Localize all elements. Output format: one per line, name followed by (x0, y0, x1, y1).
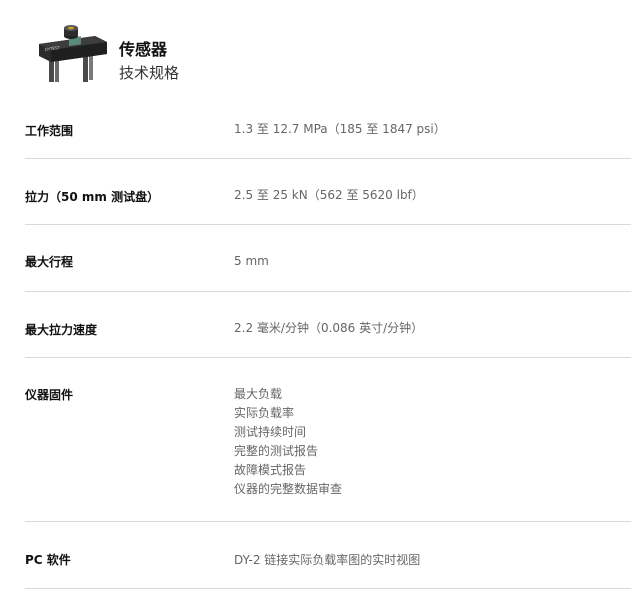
spec-value-line: 仪器的完整数据审查 (234, 482, 343, 496)
spec-label: 工作范围 (25, 124, 74, 138)
spec-value: 2.2 毫米/分钟（0.086 英寸/分钟） (234, 319, 423, 338)
spec-row-pull-force: 拉力（50 mm 测试盘） 2.5 至 25 kN（562 至 5620 lbf… (25, 159, 631, 225)
spec-value-line: 最大负载 (234, 387, 283, 401)
sensor-product-image: DYTEST (39, 25, 107, 82)
page-subtitle: 技术规格 (119, 64, 180, 82)
spec-value-line: 测试持续时间 (234, 425, 307, 439)
spec-value-line: 5 mm (234, 254, 269, 268)
spec-value: 5 mm (234, 252, 269, 271)
product-header: DYTEST 传感器 技术规格 (33, 24, 593, 94)
spec-row-max-pull-rate: 最大拉力速度 2.2 毫米/分钟（0.086 英寸/分钟） (25, 292, 631, 358)
spec-value: 2.5 至 25 kN（562 至 5620 lbf） (234, 186, 424, 205)
spec-value: DY-2 链接实际负载率图的实时视图 (234, 551, 420, 570)
spec-value-line: 故障模式报告 (234, 463, 307, 477)
spec-value-line: 1.3 至 12.7 MPa（185 至 1847 psi） (234, 122, 446, 136)
spec-label: 仪器固件 (25, 388, 74, 402)
spec-value: 1.3 至 12.7 MPa（185 至 1847 psi） (234, 120, 446, 139)
spec-row-pc-software: PC 软件 DY-2 链接实际负载率图的实时视图 (25, 522, 631, 589)
spec-value-line: 2.5 至 25 kN（562 至 5620 lbf） (234, 188, 424, 202)
spec-table: 工作范围 1.3 至 12.7 MPa（185 至 1847 psi） 拉力（5… (25, 100, 631, 589)
spec-row-working-range: 工作范围 1.3 至 12.7 MPa（185 至 1847 psi） (25, 100, 631, 159)
spec-label: 最大行程 (25, 255, 74, 269)
spec-row-max-travel: 最大行程 5 mm (25, 225, 631, 292)
spec-row-firmware: 仪器固件 最大负载 实际负载率 测试持续时间 完整的测试报告 故障模式报告 仪器… (25, 358, 631, 522)
spec-label: 最大拉力速度 (25, 323, 98, 337)
spec-label: PC 软件 (25, 553, 71, 567)
spec-value-line: DY-2 链接实际负载率图的实时视图 (234, 553, 421, 567)
spec-value-line: 完整的测试报告 (234, 444, 319, 458)
spec-value-list: 最大负载 实际负载率 测试持续时间 完整的测试报告 故障模式报告 仪器的完整数据… (234, 385, 342, 499)
spec-value-line: 实际负载率 (234, 406, 295, 420)
spec-label: 拉力（50 mm 测试盘） (25, 190, 160, 204)
page-title: 传感器 (119, 40, 168, 59)
spec-value-line: 2.2 毫米/分钟（0.086 英寸/分钟） (234, 321, 424, 335)
